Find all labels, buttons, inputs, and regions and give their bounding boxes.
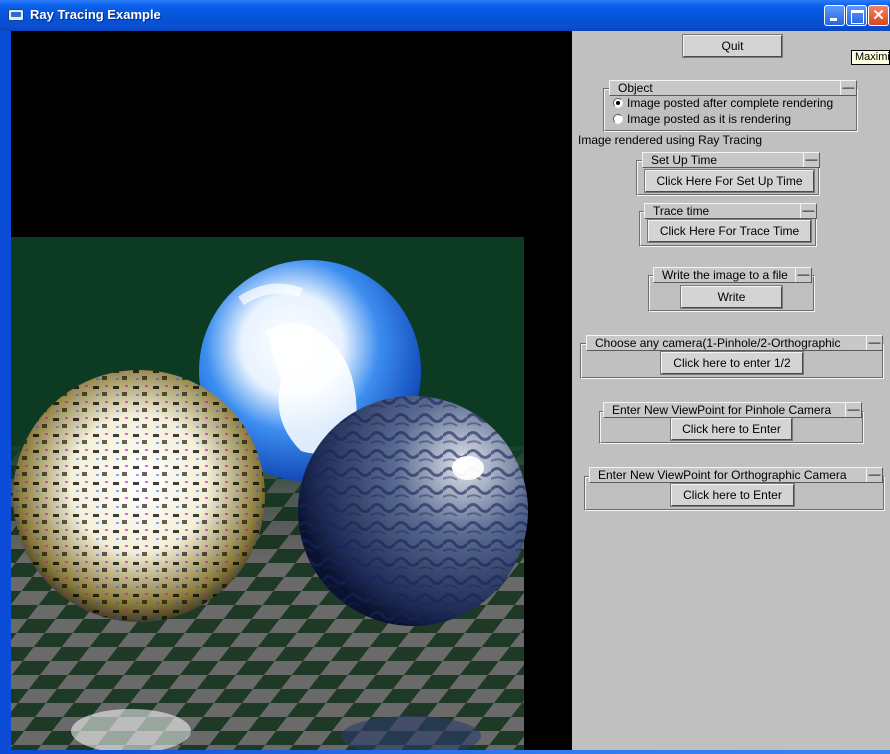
write-image-header[interactable]: Write the image to a file — (653, 267, 812, 283)
right-void (524, 237, 572, 750)
radio-unselected-icon[interactable] (613, 114, 623, 124)
marble-sphere (298, 396, 528, 626)
camera-choice-title: Choose any camera(1-Pinhole/2-Orthograph… (595, 336, 841, 350)
object-group-title: Object (618, 81, 653, 95)
radio-label: Image posted as it is rendering (627, 112, 792, 126)
camera-choice-button[interactable]: Click here to enter 1/2 (661, 352, 803, 374)
control-panel: Quit Object — Image posted after complet… (572, 31, 890, 750)
window-title: Ray Tracing Example (30, 7, 161, 22)
trace-time-button[interactable]: Click Here For Trace Time (648, 220, 811, 242)
object-group-header[interactable]: Object — (609, 80, 857, 96)
write-button[interactable]: Write (681, 286, 782, 308)
maximize-tooltip: Maximize (851, 50, 890, 65)
collapse-icon[interactable]: — (840, 81, 856, 95)
pinhole-viewpoint-header[interactable]: Enter New ViewPoint for Pinhole Camera — (603, 402, 862, 418)
radio-label: Image posted after complete rendering (627, 96, 834, 110)
pinhole-enter-button[interactable]: Click here to Enter (671, 418, 792, 440)
maximize-button[interactable] (846, 5, 867, 26)
collapse-icon[interactable]: — (866, 336, 882, 350)
render-status-text: Image rendered using Ray Tracing (578, 133, 763, 147)
pinhole-viewpoint-title: Enter New ViewPoint for Pinhole Camera (612, 403, 832, 417)
ortho-enter-button[interactable]: Click here to Enter (671, 484, 794, 506)
ortho-viewpoint-header[interactable]: Enter New ViewPoint for Orthographic Cam… (589, 467, 883, 483)
app-icon (8, 9, 24, 21)
cloud-sphere (13, 370, 265, 622)
app-window: Ray Tracing Example ✕ Quit Object — Imag… (0, 0, 890, 754)
setup-time-header[interactable]: Set Up Time — (642, 152, 820, 168)
close-button[interactable]: ✕ (868, 5, 889, 26)
camera-choice-header[interactable]: Choose any camera(1-Pinhole/2-Orthograph… (586, 335, 883, 351)
collapse-icon[interactable]: — (866, 468, 882, 482)
write-image-title: Write the image to a file (662, 268, 788, 282)
collapse-icon[interactable]: — (800, 204, 816, 218)
collapse-icon[interactable]: — (845, 403, 861, 417)
minimize-button[interactable] (824, 5, 845, 26)
render-canvas (11, 31, 572, 750)
ortho-viewpoint-title: Enter New ViewPoint for Orthographic Cam… (598, 468, 847, 482)
setup-time-title: Set Up Time (651, 153, 718, 167)
trace-time-title: Trace time (653, 204, 710, 218)
trace-time-header[interactable]: Trace time — (644, 203, 817, 219)
ray-traced-scene (11, 237, 572, 750)
radio-selected-icon[interactable] (613, 98, 623, 108)
close-icon: ✕ (872, 7, 885, 24)
quit-button[interactable]: Quit (683, 35, 782, 57)
collapse-icon[interactable]: — (803, 153, 819, 167)
title-bar[interactable]: Ray Tracing Example ✕ (0, 0, 890, 31)
collapse-icon[interactable]: — (795, 268, 811, 282)
setup-time-button[interactable]: Click Here For Set Up Time (645, 170, 814, 192)
